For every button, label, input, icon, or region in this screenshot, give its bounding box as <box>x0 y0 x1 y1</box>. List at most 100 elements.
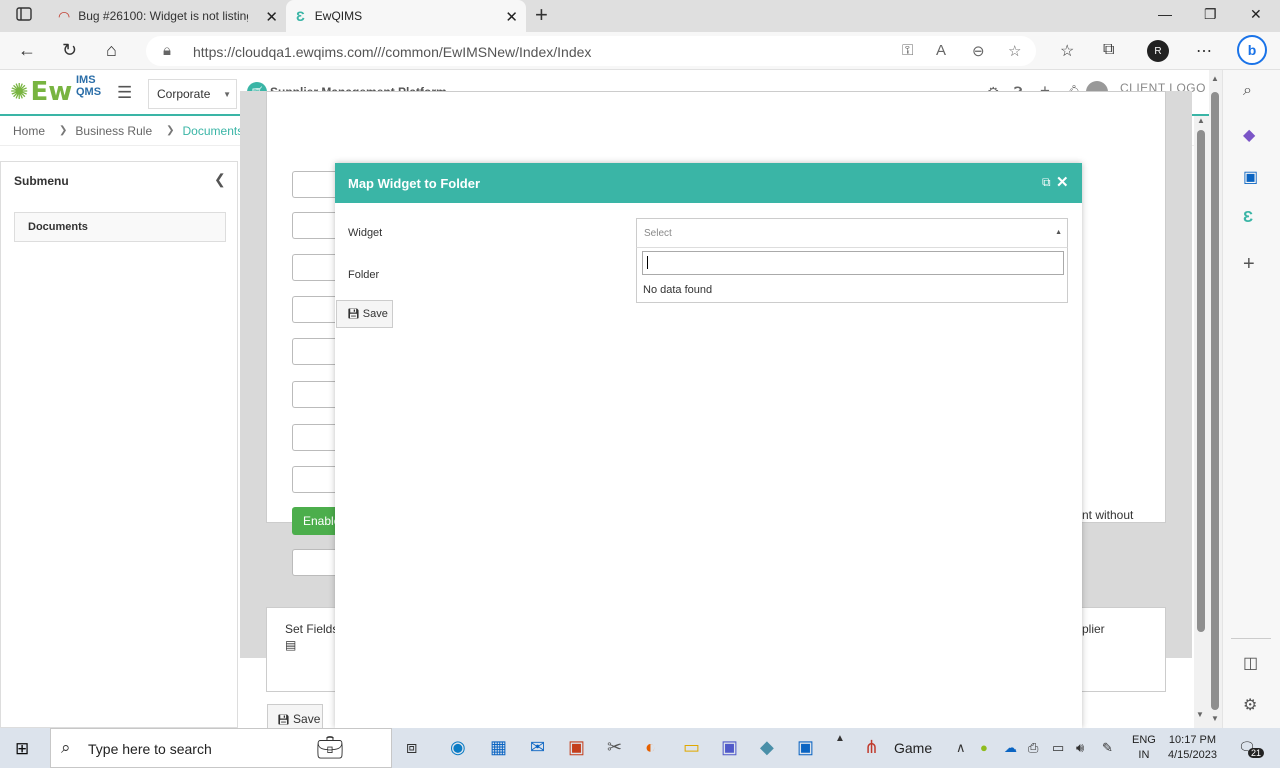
firefox-icon[interactable]: ◐ <box>645 737 656 758</box>
edge-sidebar: ⌕ ◆ ▣ Ɛ + ◫ ⚙ <box>1222 70 1280 728</box>
teams-icon[interactable]: ▣ <box>721 737 738 758</box>
outlook-icon[interactable]: ▣ <box>1243 167 1258 187</box>
inner-scrollbar[interactable]: ▲ <box>1194 116 1209 728</box>
refresh-icon[interactable]: ↻ <box>62 40 77 61</box>
language-indicator[interactable]: ENG IN <box>1132 733 1156 763</box>
tab-bug-report[interactable]: ◠ Bug #26100: Widget is not listing ✕ <box>48 0 286 32</box>
url-field[interactable]: 🔒︎ https://cloudqa1.ewqims.com///common/… <box>146 36 1036 66</box>
powerpoint-icon[interactable]: ▣ <box>568 737 585 758</box>
bing-chat-icon[interactable]: b <box>1237 35 1267 65</box>
outer-scrollbar[interactable]: ▲ ▼ <box>1209 70 1222 728</box>
restore-icon[interactable]: ❐ <box>1204 6 1217 23</box>
key-icon[interactable]: ⚿ <box>902 42 913 59</box>
search-icon[interactable]: ⌕ <box>1243 82 1252 100</box>
zoom-icon[interactable]: ⊖ <box>972 42 985 60</box>
form-field[interactable] <box>292 338 336 365</box>
new-tab-icon[interactable]: + <box>535 4 548 26</box>
lock-icon[interactable]: 🔒︎ <box>163 42 171 59</box>
tab-ewqims[interactable]: Ɛ EwQIMS ✕ <box>286 0 526 32</box>
organization-select-value: Corporate <box>157 87 211 101</box>
windows-start-icon[interactable]: ⊞ <box>15 739 29 759</box>
logo-star-icon: ✺ <box>10 79 29 104</box>
collapse-chevron-icon[interactable]: ❮ <box>214 171 226 188</box>
form-field[interactable] <box>292 466 336 493</box>
ewqims-app-icon[interactable]: Ɛ <box>1243 209 1253 227</box>
scroll-down-icon[interactable]: ▼ <box>1211 714 1219 723</box>
store-icon[interactable]: ▦ <box>490 737 507 758</box>
taskbar-search-box[interactable]: ⌕ Type here to search 💼︎ <box>50 728 392 768</box>
task-view-icon[interactable]: ⧈ <box>406 737 417 758</box>
scroll-up-icon[interactable]: ▲ <box>1211 74 1219 83</box>
volume-icon[interactable]: 🔊︎ <box>1076 740 1084 756</box>
form-field[interactable] <box>292 549 336 576</box>
favorite-add-icon[interactable]: ☆ <box>1008 42 1021 60</box>
close-window-icon[interactable]: ✕ <box>1250 6 1262 23</box>
save-label: Save <box>362 308 388 320</box>
game-label[interactable]: Game <box>894 740 932 756</box>
tab-title: EwQIMS <box>314 9 363 23</box>
tray-app-icon[interactable]: ● <box>980 740 988 755</box>
clock[interactable]: 10:17 PM 4/15/2023 <box>1168 733 1217 763</box>
list-icon[interactable]: ▤ <box>285 638 296 652</box>
copilot-icon[interactable]: ◆ <box>1243 125 1255 145</box>
file-explorer-icon[interactable]: ▭ <box>683 737 700 758</box>
settings-icon[interactable]: ⚙ <box>1243 695 1257 715</box>
close-tab-icon[interactable]: ✕ <box>505 8 518 26</box>
battery-icon[interactable]: ▭ <box>1052 740 1064 756</box>
dropdown-search-input[interactable] <box>642 251 1064 275</box>
form-field[interactable] <box>292 296 336 323</box>
form-field[interactable] <box>292 212 336 239</box>
onedrive-icon[interactable]: ☁ <box>1004 740 1017 756</box>
organization-select[interactable]: Corporate ▼ <box>148 79 237 109</box>
submenu-item-documents[interactable]: Documents <box>14 212 226 242</box>
more-menu-icon[interactable]: ⋯ <box>1196 41 1212 61</box>
briefcase-icon[interactable]: 💼︎ <box>316 735 344 761</box>
clock-date: 4/15/2023 <box>1168 749 1217 761</box>
search-icon: ⌕ <box>61 738 71 757</box>
hamburger-menu-icon[interactable]: ☰ <box>117 83 132 103</box>
form-field[interactable] <box>292 424 336 451</box>
folder-label: Folder <box>348 269 380 281</box>
notification-badge: 21 <box>1248 748 1265 758</box>
home-icon[interactable]: ⌂ <box>106 40 117 61</box>
url-text[interactable]: https://cloudqa1.ewqims.com///common/EwI… <box>193 44 591 60</box>
scroll-thumb[interactable] <box>1211 92 1219 710</box>
form-field[interactable] <box>292 381 336 408</box>
collections-icon[interactable]: ⧉ <box>1103 41 1114 59</box>
set-fields-label: Set Fields <box>285 622 339 636</box>
enable-button[interactable]: Enable <box>292 507 336 535</box>
camera-icon[interactable]: ⎙ <box>1028 740 1038 756</box>
form-field[interactable] <box>292 254 336 281</box>
mail-icon[interactable]: ✉ <box>530 737 545 758</box>
widget-select[interactable]: Select ▲ <box>636 218 1068 247</box>
tray-chevron-icon[interactable]: ∧ <box>956 740 966 756</box>
favorites-icon[interactable]: ☆ <box>1060 41 1074 61</box>
sidebar-toggle-icon[interactable]: ◫ <box>1243 653 1258 673</box>
scroll-up-icon[interactable]: ▲ <box>1197 116 1205 125</box>
pen-icon[interactable]: ✎ <box>1102 740 1113 756</box>
read-aloud-icon[interactable]: A <box>936 42 946 59</box>
notes-icon[interactable]: ◆ <box>760 737 774 758</box>
form-field[interactable] <box>292 171 336 198</box>
breadcrumb-documents[interactable]: Documents <box>183 124 244 138</box>
add-icon[interactable]: + <box>1243 253 1255 276</box>
scroll-thumb[interactable] <box>1197 130 1205 632</box>
breadcrumb-business-rule[interactable]: Business Rule <box>75 124 152 138</box>
modal-save-button[interactable]: 💾︎ Save <box>336 300 393 328</box>
game-app-icon[interactable]: ⋔ <box>864 737 879 758</box>
profile-avatar[interactable]: R <box>1147 40 1169 62</box>
ewqims-logo[interactable]: ✺ Ew IMS QMS <box>10 75 101 108</box>
ewqims-favicon-icon: Ɛ <box>296 8 305 24</box>
minimize-icon[interactable]: — <box>1158 6 1172 22</box>
expand-icon[interactable]: ⧉ <box>1042 175 1051 190</box>
edge-icon[interactable]: ◉ <box>450 737 466 758</box>
scroll-taskbar-icon[interactable]: ▲ <box>835 733 845 744</box>
scroll-down-icon[interactable]: ▼ <box>1196 710 1204 719</box>
outlook-icon[interactable]: ▣ <box>797 737 814 758</box>
close-tab-icon[interactable]: ✕ <box>265 8 278 26</box>
close-icon[interactable]: ✕ <box>1056 173 1069 191</box>
snipping-tool-icon[interactable]: ✂ <box>607 737 622 758</box>
tab-actions-icon[interactable] <box>16 6 36 26</box>
breadcrumb-home[interactable]: Home <box>13 124 45 138</box>
back-icon[interactable]: ← <box>18 40 36 61</box>
